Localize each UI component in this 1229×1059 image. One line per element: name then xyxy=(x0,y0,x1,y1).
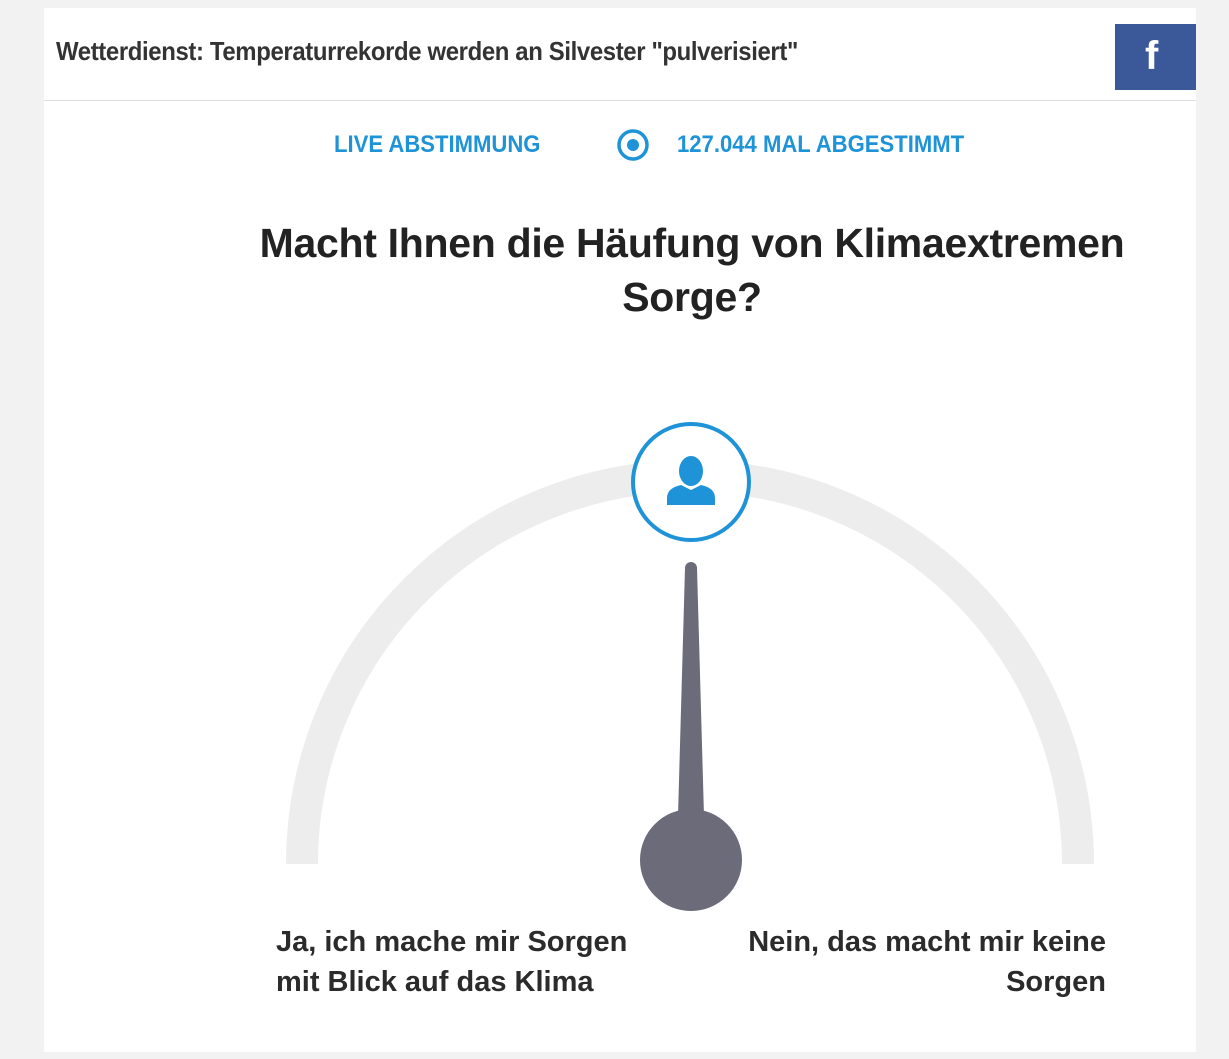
poll-gauge[interactable] xyxy=(44,8,1196,1052)
gauge-needle[interactable] xyxy=(640,562,742,911)
answer-yes-option[interactable]: Ja, ich mache mir Sorgen mit Blick auf d… xyxy=(276,922,636,1002)
needle-tip xyxy=(685,562,697,574)
needle-knob xyxy=(640,809,742,911)
answer-no-option[interactable]: Nein, das macht mir keine Sorgen xyxy=(744,922,1106,1002)
poll-card: Wetterdienst: Temperaturrekorde werden a… xyxy=(44,8,1196,1052)
user-marker[interactable] xyxy=(631,422,751,542)
needle-bar xyxy=(678,568,704,816)
